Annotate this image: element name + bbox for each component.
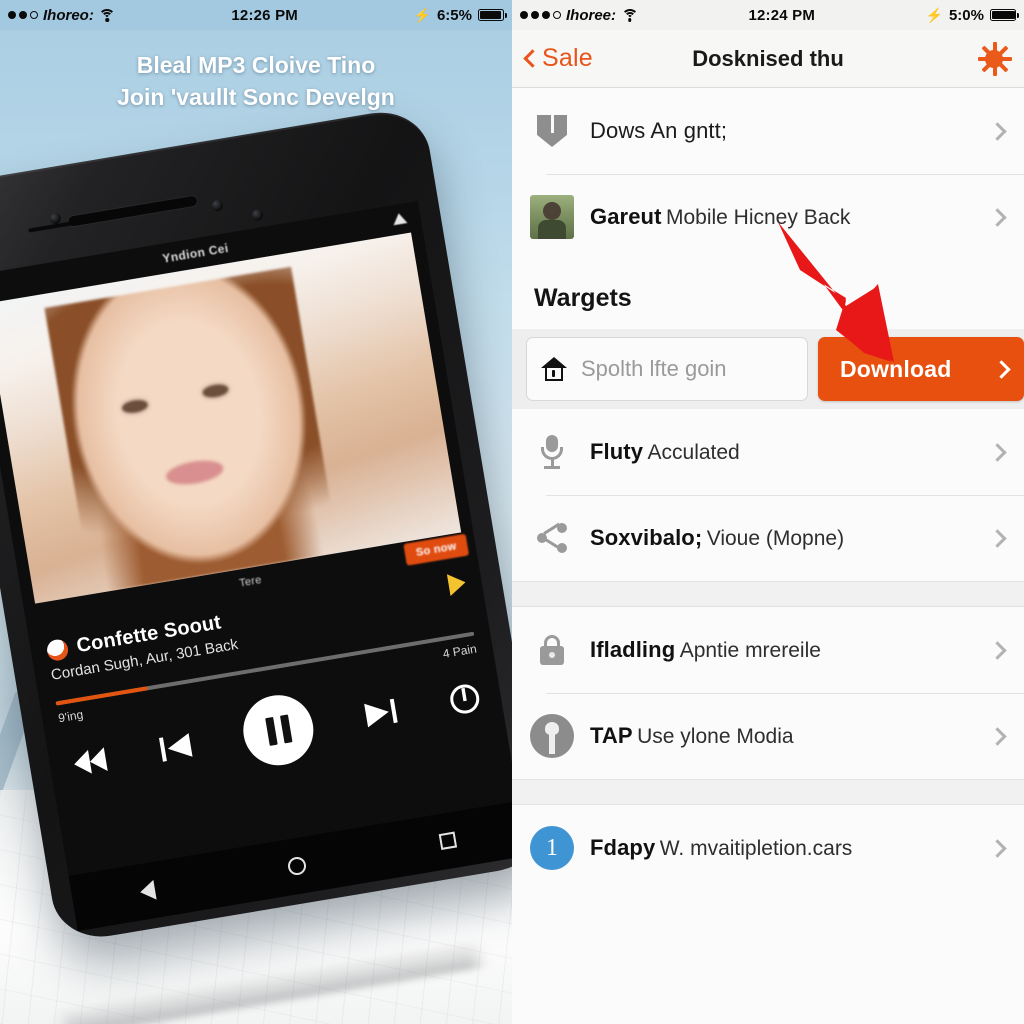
carrier-label: Ihoree: (566, 6, 617, 24)
right-settings-panel: Ihoree: 12:24 PM ⚡ 5:0% Sale Dosknised t… (512, 0, 1024, 1024)
section-divider (512, 581, 1024, 607)
list-item[interactable]: Fluty Acculated (512, 409, 1024, 495)
status-time: 12:26 PM (231, 6, 298, 24)
list-item[interactable]: TAP Use ylone Modia (512, 693, 1024, 779)
list-item[interactable]: Gareut Mobile Hicney Back (512, 174, 1024, 260)
home-icon[interactable] (287, 855, 308, 877)
pause-icon[interactable] (238, 689, 319, 771)
sensor-icon (211, 199, 224, 212)
section-divider (512, 779, 1024, 805)
left-promo-panel: Ihoreo: 12:26 PM ⚡ 6:5% Bleal MP3 Cloive… (0, 0, 512, 1024)
now-playing-label: Tere (238, 574, 263, 590)
phone-body: Yndion Cei Tere So now Confette Soout Co… (0, 104, 512, 945)
carrier-label: Ihoreo: (43, 6, 94, 24)
signal-strength-dots (520, 11, 561, 19)
previous-track-icon[interactable] (157, 730, 195, 765)
wifi-icon (621, 8, 639, 22)
battery-icon (478, 9, 507, 21)
promo-line-1: Bleal MP3 Cloive Tino (136, 52, 376, 78)
play-arrow-icon[interactable] (446, 570, 468, 596)
share-icon (530, 522, 574, 553)
promo-line-2: Join 'vaullt Sonc Develgn (117, 83, 395, 110)
list-item-subtitle: Apntie mrereile (679, 639, 821, 662)
list-item-title: Dows An gntt; (590, 118, 728, 143)
list-item-subtitle: Acculated (647, 441, 740, 464)
navigation-bar: Sale Dosknised thu (512, 30, 1024, 88)
cast-triangle-icon (391, 212, 408, 226)
action-bar: Spolth lfte goin Download (512, 329, 1024, 409)
shield-icon (530, 115, 574, 147)
chevron-left-icon (523, 49, 542, 68)
chevron-right-icon (988, 121, 1007, 141)
battery-percent-label: 5:0% (948, 6, 984, 24)
status-time: 12:24 PM (748, 6, 816, 24)
list-item[interactable]: Ifladling Apntie mrereile (512, 607, 1024, 693)
section-header: Wargets (512, 260, 1024, 329)
earpiece-speaker (67, 195, 198, 227)
phone-screen: Yndion Cei Tere So now Confette Soout Co… (0, 200, 512, 876)
left-status-bar: Ihoreo: 12:26 PM ⚡ 6:5% (0, 0, 512, 30)
next-track-icon[interactable] (362, 695, 400, 730)
back-icon[interactable] (138, 879, 157, 903)
battery-icon (990, 9, 1019, 21)
sun-icon[interactable] (977, 41, 1012, 76)
info-badge-icon (530, 826, 574, 870)
wifi-icon (98, 8, 116, 22)
list-item-title: Fdapy (590, 835, 656, 860)
list-item-title: Gareut (590, 204, 662, 229)
list-item[interactable]: Dows An gntt; (512, 88, 1024, 174)
power-icon[interactable] (446, 681, 483, 718)
back-button-label: Sale (542, 44, 593, 72)
list-item-subtitle: Vioue (Mopne) (706, 527, 845, 550)
chevron-right-icon (988, 640, 1007, 660)
phone-mockup: Yndion Cei Tere So now Confette Soout Co… (0, 89, 512, 997)
chevron-right-icon (992, 359, 1011, 379)
settings-list: Dows An gntt; Gareut Mobile Hicney Back … (512, 88, 1024, 1024)
list-item[interactable]: Soxvibalo; Vioue (Mopne) (512, 495, 1024, 581)
chevron-right-icon (988, 726, 1007, 746)
avatar (530, 195, 574, 239)
list-item[interactable]: Fdapy W. mvaitipletion.cars (512, 805, 1024, 891)
tap-avatar-icon (530, 714, 574, 758)
screenshot-root: Ihoreo: 12:26 PM ⚡ 6:5% Bleal MP3 Cloive… (0, 0, 1024, 1024)
microphone-icon (530, 435, 574, 469)
list-item-title: Soxvibalo; (590, 525, 703, 550)
charging-bolt-icon: ⚡ (925, 7, 943, 23)
right-status-bar: Ihoree: 12:24 PM ⚡ 5:0% (512, 0, 1024, 30)
album-thumb-icon (45, 637, 70, 663)
back-button[interactable]: Sale (523, 44, 593, 73)
download-button[interactable]: Download (818, 337, 1024, 401)
artwork-portrait (44, 266, 339, 595)
download-button-label: Download (840, 355, 952, 382)
sensor-icon (251, 208, 264, 222)
list-item-title: TAP (590, 723, 633, 748)
list-item-subtitle: Mobile Hicney Back (665, 206, 851, 229)
list-item-title: Ifladling (590, 637, 676, 662)
list-item-subtitle: W. mvaitipletion.cars (659, 837, 853, 860)
list-item-subtitle: Use ylone Modia (637, 725, 794, 748)
lock-icon (530, 635, 574, 665)
rewind-icon[interactable] (68, 744, 110, 780)
chevron-right-icon (988, 528, 1007, 548)
chevron-right-icon (988, 442, 1007, 462)
search-input[interactable]: Spolth lfte goin (526, 337, 808, 401)
recents-icon[interactable] (438, 831, 458, 850)
charging-bolt-icon: ⚡ (413, 7, 431, 23)
chevron-right-icon (988, 207, 1007, 227)
chevron-right-icon (988, 838, 1007, 858)
signal-strength-dots (8, 11, 38, 19)
battery-percent-label: 6:5% (436, 6, 472, 24)
list-item-title: Fluty (590, 439, 644, 464)
search-placeholder: Spolth lfte goin (581, 356, 727, 381)
promo-headline: Bleal MP3 Cloive Tino Join 'vaullt Sonc … (0, 30, 512, 113)
front-camera-icon (48, 212, 62, 225)
phone-status-text: Yndion Cei (161, 240, 230, 266)
home-icon (541, 357, 567, 381)
